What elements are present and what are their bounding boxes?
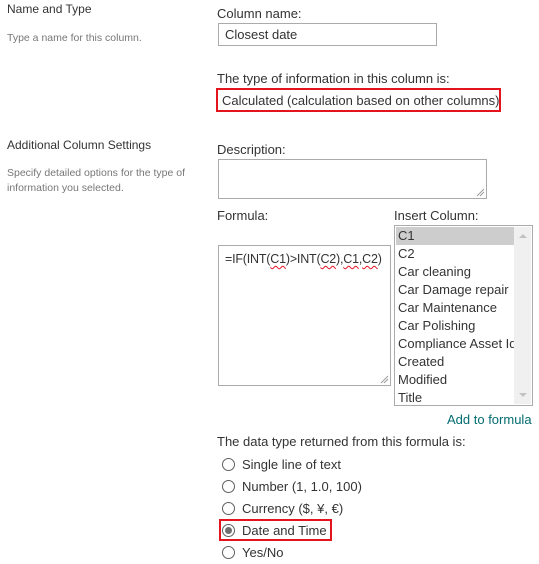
formula-label: Formula:	[217, 208, 269, 223]
formula-textarea[interactable]: =IF(INT(C1)>INT(C2),C1,C2)	[218, 245, 391, 386]
radio-unchecked-icon[interactable]	[222, 501, 235, 515]
formula-part: =IF(INT(	[225, 252, 271, 266]
column-name-input[interactable]	[218, 23, 437, 46]
type-label: The type of information in this column i…	[217, 71, 450, 86]
insert-column-option[interactable]: Compliance Asset Id	[396, 335, 515, 353]
formula-text: =IF(INT(C1)>INT(C2),C1,C2)	[225, 252, 382, 266]
formula-part: )	[377, 252, 382, 266]
insert-column-option[interactable]: Created	[396, 353, 515, 371]
description-label: Description:	[217, 142, 286, 157]
insert-column-option[interactable]: Car Damage repair	[396, 281, 515, 299]
insert-column-option[interactable]: Title	[396, 389, 515, 405]
section-title-name-and-type: Name and Type	[7, 2, 92, 16]
section-title-additional-settings: Additional Column Settings	[7, 138, 152, 152]
listbox-scrollbar[interactable]	[514, 227, 531, 404]
radio-checked-icon[interactable]	[222, 523, 235, 537]
radio-unchecked-icon[interactable]	[222, 479, 235, 493]
scroll-down-icon[interactable]	[519, 393, 527, 397]
return-type-option[interactable]: Single line of text	[222, 454, 341, 474]
return-type-option[interactable]: Yes/No	[222, 542, 283, 562]
return-type-option[interactable]: Currency ($, ¥, €)	[222, 498, 343, 518]
resize-grip-icon[interactable]	[379, 374, 389, 384]
insert-column-option[interactable]: Car Polishing	[396, 317, 515, 335]
return-type-option-label: Yes/No	[242, 544, 284, 560]
formula-ref-c2: C2	[320, 252, 337, 266]
return-type-option[interactable]: Date and Time	[222, 520, 327, 540]
return-type-option[interactable]: Number (1, 1.0, 100)	[222, 476, 362, 496]
section-desc-name-and-type: Type a name for this column.	[7, 32, 142, 44]
return-type-option-label: Single line of text	[242, 456, 342, 472]
formula-part: )>INT(	[285, 252, 321, 266]
type-value: Calculated (calculation based on other c…	[222, 93, 500, 108]
insert-column-option[interactable]: Car cleaning	[396, 263, 515, 281]
formula-ref-c1: C1	[270, 252, 286, 266]
formula-ref-c1: C1	[343, 252, 359, 266]
resize-grip-icon[interactable]	[475, 187, 485, 197]
insert-column-listbox[interactable]: C1 C2 Car cleaning Car Damage repair Car Mai…	[394, 225, 533, 406]
formula-ref-c2: C2	[362, 252, 378, 266]
description-textarea[interactable]	[218, 159, 487, 199]
insert-column-option[interactable]: C1	[396, 227, 515, 245]
insert-column-option[interactable]: Car Maintenance	[396, 299, 515, 317]
column-name-label: Column name:	[217, 6, 302, 21]
return-type-option-label: Date and Time	[242, 522, 327, 538]
scroll-up-icon[interactable]	[519, 234, 527, 238]
return-type-label: The data type returned from this formula…	[217, 434, 466, 449]
return-type-option-label: Currency ($, ¥, €)	[242, 500, 344, 516]
insert-column-option[interactable]: Modified	[396, 371, 515, 389]
insert-column-option[interactable]: C2	[396, 245, 515, 263]
add-to-formula-link[interactable]: Add to formula	[447, 412, 532, 427]
section-desc-additional-settings: Specify detailed options for the type of…	[7, 167, 186, 194]
radio-unchecked-icon[interactable]	[222, 457, 235, 471]
radio-unchecked-icon[interactable]	[222, 545, 235, 559]
return-type-option-label: Number (1, 1.0, 100)	[242, 478, 362, 494]
insert-column-label: Insert Column:	[394, 208, 479, 223]
